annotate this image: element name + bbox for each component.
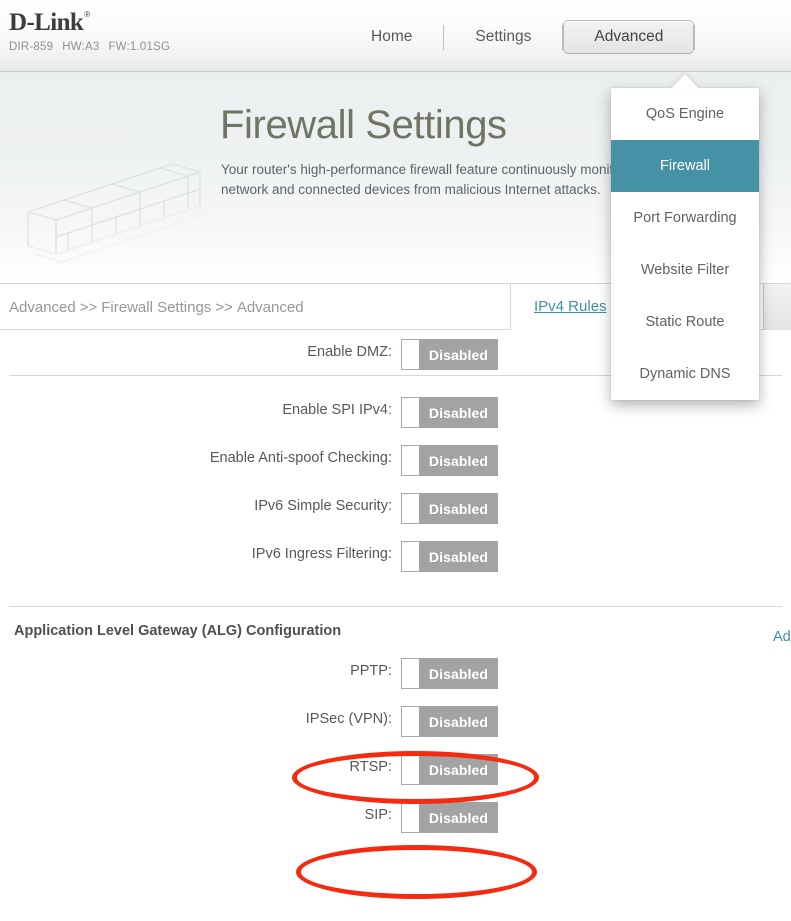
- add-rule-link[interactable]: Ad: [773, 629, 791, 645]
- toggle-pptp[interactable]: Disabled: [401, 658, 498, 689]
- form-row-pptp: PPTP: Disabled: [0, 649, 791, 697]
- section-title-alg: Application Level Gateway (ALG) Configur…: [14, 623, 342, 639]
- label-rtsp: RTSP:: [349, 759, 392, 775]
- toggle-state-label[interactable]: Disabled: [419, 397, 498, 428]
- registered-trademark-icon: ®: [84, 10, 90, 19]
- annotation-ellipse-sip: [296, 845, 537, 899]
- device-firmware: FW:1.01SG: [108, 41, 171, 53]
- toggle-ipsec-vpn[interactable]: Disabled: [401, 706, 498, 737]
- tab-panel-partial-right[interactable]: [763, 284, 791, 330]
- form-row-ipv6-ingress-filtering: IPv6 Ingress Filtering: Disabled: [0, 532, 791, 580]
- label-enable-dmz: Enable DMZ:: [307, 344, 392, 360]
- label-ipsec-vpn: IPSec (VPN):: [305, 711, 392, 727]
- brand-block: D-Link® DIR-859 HW:A3 FW:1.01SG: [9, 10, 179, 53]
- dropdown-arrow-icon: [671, 74, 699, 89]
- menu-item-website-filter[interactable]: Website Filter: [611, 244, 759, 296]
- toggle-knob[interactable]: [401, 706, 419, 737]
- dlink-logo: D-Link®: [9, 9, 90, 36]
- toggle-ipv6-ingress-filtering[interactable]: Disabled: [401, 541, 498, 572]
- breadcrumb: Advanced >> Firewall Settings >> Advanced: [9, 299, 304, 316]
- label-pptp: PPTP:: [350, 663, 392, 679]
- toggle-state-label[interactable]: Disabled: [419, 658, 498, 689]
- menu-item-static-route[interactable]: Static Route: [611, 296, 759, 348]
- page-title: Firewall Settings: [220, 103, 507, 147]
- toggle-ipv6-simple-security[interactable]: Disabled: [401, 493, 498, 524]
- brick-wall-illustration: [27, 163, 205, 263]
- menu-item-qos-engine[interactable]: QoS Engine: [611, 88, 759, 140]
- menu-item-dynamic-dns[interactable]: Dynamic DNS: [611, 348, 759, 400]
- tab-ipv4-rules-label[interactable]: IPv4 Rules: [534, 298, 607, 315]
- firewall-settings-form: Enable DMZ: Disabled Enable SPI IPv4: Di…: [0, 330, 791, 841]
- toggle-state-label[interactable]: Disabled: [419, 339, 498, 370]
- menu-item-firewall[interactable]: Firewall: [611, 140, 759, 192]
- label-enable-spi-ipv4: Enable SPI IPv4:: [282, 402, 392, 418]
- form-row-ipv6-simple-security: IPv6 Simple Security: Disabled: [0, 484, 791, 532]
- menu-item-port-forwarding[interactable]: Port Forwarding: [611, 192, 759, 244]
- toggle-knob[interactable]: [401, 754, 419, 785]
- router-admin-page: D-Link® DIR-859 HW:A3 FW:1.01SG Home Setti…: [0, 0, 791, 921]
- nav-item-advanced[interactable]: Advanced: [563, 19, 695, 55]
- breadcrumb-separator: >>: [215, 299, 233, 316]
- breadcrumb-segment-3: Advanced: [236, 299, 304, 316]
- main-navigation: Home Settings Advanced: [340, 19, 696, 55]
- form-row-enable-anti-spoof-checking: Enable Anti-spoof Checking: Disabled: [0, 436, 791, 484]
- toggle-knob[interactable]: [401, 493, 419, 524]
- toggle-state-label[interactable]: Disabled: [419, 493, 498, 524]
- breadcrumb-separator: >>: [79, 299, 98, 316]
- label-ipv6-simple-security: IPv6 Simple Security:: [254, 498, 392, 514]
- toggle-sip[interactable]: Disabled: [401, 802, 498, 833]
- toggle-knob[interactable]: [401, 397, 419, 428]
- toggle-state-label[interactable]: Disabled: [419, 802, 498, 833]
- label-sip: SIP:: [364, 807, 392, 823]
- toggle-knob[interactable]: [401, 802, 419, 833]
- toggle-state-label[interactable]: Disabled: [419, 541, 498, 572]
- toggle-enable-anti-spoof-checking[interactable]: Disabled: [401, 445, 498, 476]
- device-hardware: HW:A3: [62, 41, 100, 53]
- nav-item-settings[interactable]: Settings: [444, 20, 562, 55]
- label-ipv6-ingress-filtering: IPv6 Ingress Filtering:: [251, 546, 392, 562]
- top-header-bar: D-Link® DIR-859 HW:A3 FW:1.01SG Home Setti…: [0, 0, 791, 72]
- toggle-state-label[interactable]: Disabled: [419, 445, 498, 476]
- dlink-logo-text: D-Link: [9, 9, 84, 36]
- breadcrumb-segment-2[interactable]: Firewall Settings: [101, 299, 211, 316]
- toggle-knob[interactable]: [401, 658, 419, 689]
- toggle-rtsp[interactable]: Disabled: [401, 754, 498, 785]
- form-row-rtsp: RTSP: Disabled: [0, 745, 791, 793]
- device-model: DIR-859: [9, 41, 54, 53]
- toggle-enable-spi-ipv4[interactable]: Disabled: [401, 397, 498, 428]
- toggle-enable-dmz[interactable]: Disabled: [401, 339, 498, 370]
- label-enable-anti-spoof-checking: Enable Anti-spoof Checking:: [209, 450, 392, 466]
- toggle-knob[interactable]: [401, 339, 419, 370]
- form-row-sip: SIP: Disabled: [0, 793, 791, 841]
- form-row-ipsec-vpn: IPSec (VPN): Disabled: [0, 697, 791, 745]
- nav-item-home[interactable]: Home: [340, 20, 443, 55]
- toggle-state-label[interactable]: Disabled: [419, 706, 498, 737]
- breadcrumb-segment-1[interactable]: Advanced: [9, 299, 76, 316]
- toggle-knob[interactable]: [401, 445, 419, 476]
- device-info: DIR-859 HW:A3 FW:1.01SG: [9, 41, 179, 53]
- toggle-knob[interactable]: [401, 541, 419, 572]
- toggle-state-label[interactable]: Disabled: [419, 754, 498, 785]
- nav-divider: [694, 24, 696, 50]
- advanced-dropdown-menu: QoS Engine Firewall Port Forwarding Webs…: [611, 88, 759, 400]
